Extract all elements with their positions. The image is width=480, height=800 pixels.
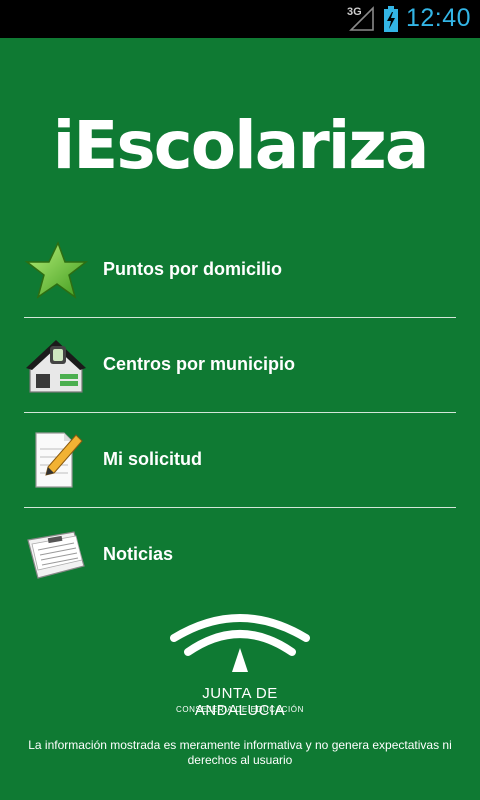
- menu-item-label: Noticias: [103, 544, 174, 564]
- menu-item-mi-solicitud[interactable]: Mi solicitud: [24, 413, 456, 508]
- menu-item-label: Mi solicitud: [103, 449, 202, 469]
- network-type: 3G: [347, 6, 362, 18]
- newspaper-icon: [24, 524, 88, 586]
- menu-item-puntos-domicilio[interactable]: Puntos por domicilio: [24, 223, 456, 318]
- menu-item-noticias[interactable]: Noticias: [24, 508, 456, 603]
- junta-andalucia-logo: JUNTA DE ANDALUCIA CONSEJERIA DE EDUCACI…: [160, 604, 320, 724]
- pencil-document-icon: [24, 429, 88, 491]
- menu-item-label: Centros por municipio: [103, 354, 296, 374]
- clock: 12:40: [405, 4, 471, 32]
- battery-charging-icon: [383, 6, 399, 32]
- star-icon: [24, 239, 89, 301]
- disclaimer-text: La información mostrada es meramente inf…: [28, 738, 452, 767]
- status-bar: 3G 12:40: [0, 0, 480, 38]
- menu-item-centros-municipio[interactable]: Centros por municipio: [24, 318, 456, 413]
- main-menu: Puntos por domicilio Centros por municip…: [24, 223, 456, 603]
- app-title: iEscolariza: [52, 107, 430, 184]
- menu-item-label: Puntos por domicilio: [103, 259, 282, 279]
- school-building-icon: [24, 334, 88, 396]
- app-screen: iEscolariza Puntos por domicilio Centros…: [0, 38, 480, 800]
- logo-subtitle: CONSEJERIA DE EDUCACIÓN: [175, 705, 305, 714]
- signal-icon: 3G: [347, 6, 375, 32]
